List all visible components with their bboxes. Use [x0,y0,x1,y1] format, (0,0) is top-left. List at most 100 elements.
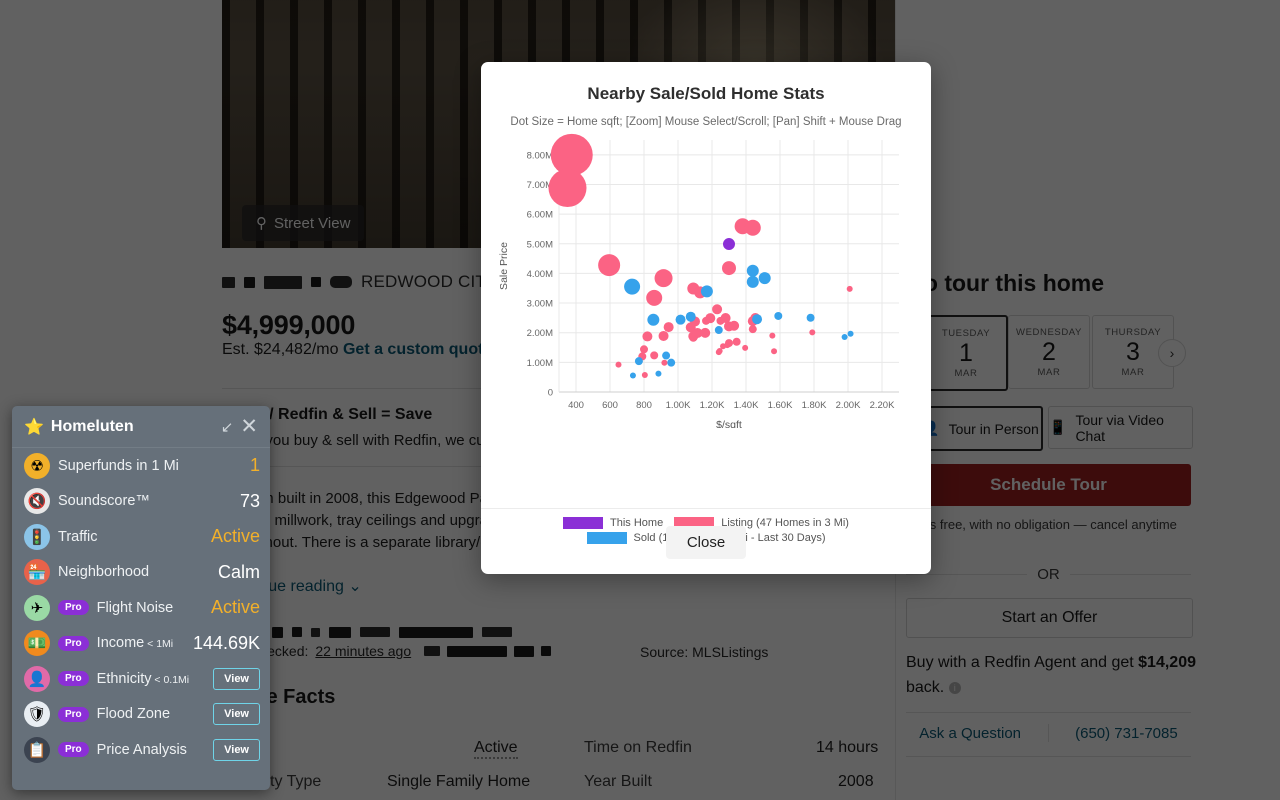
data-point-listing[interactable] [748,325,757,334]
homeluten-row-superfunds-in-1-mi[interactable]: ☢ Superfunds in 1 Mi 1 [12,448,270,484]
homeluten-row-price-analysis[interactable]: 📋 Pro Price Analysis View [12,732,270,768]
data-point-listing[interactable] [846,285,853,292]
data-point-sold[interactable] [675,314,686,325]
homeluten-row-label: Ethnicity < 0.1Mi [96,670,190,687]
scatter-chart[interactable]: 0 1.00M 2.00M 3.00M 4.00M 5.00M 6.00M 7.00M 8.00… [481,128,931,428]
homeluten-row-value: Calm [217,561,260,582]
data-point-listing[interactable] [640,345,648,354]
data-point-listing[interactable] [642,331,653,342]
data-point-sold[interactable] [662,351,671,360]
homeluten-row-traffic[interactable]: 🚦 Traffic Active [12,519,270,555]
modal-footer: Close [481,508,931,574]
data-point-sold[interactable] [841,334,848,341]
data-point-listing[interactable] [646,289,663,306]
y-tick-label: 6.00M [527,210,553,221]
homeluten-row-label: Income < 1Mi [96,635,174,652]
data-point-listing[interactable] [661,359,668,366]
modal-subtitle: Dot Size = Home sqft; [Zoom] Mouse Selec… [510,116,902,128]
data-point-sold[interactable] [746,264,759,277]
data-point-sold[interactable] [806,313,815,322]
x-tick-label: 800 [636,400,652,411]
data-point-sold[interactable] [752,314,763,325]
data-point-listing[interactable] [598,254,621,277]
data-point-sold[interactable] [655,370,662,377]
traffic-icon: 🚦 [24,523,50,550]
homeluten-title: Homeluten [50,417,134,435]
data-point-listing[interactable] [771,348,778,355]
data-point-sold[interactable] [746,275,759,288]
homeluten-row-flood-zone[interactable]: 🛡 Pro Flood Zone View [12,697,270,733]
scatter-chart-svg[interactable]: 01.00M2.00M3.00M4.00M5.00M6.00M7.00M8.00… [481,128,931,428]
pro-badge: Pro [58,671,89,687]
collapse-icon[interactable]: ↙ [221,418,234,436]
homeluten-row-value: Active [210,526,260,547]
data-point-listing[interactable] [702,316,711,325]
homeluten-row-label: Superfunds in 1 Mi [58,457,179,474]
data-point-listing[interactable] [769,332,776,339]
close-icon[interactable]: ✕ [240,416,258,437]
data-point-listing[interactable] [809,329,816,336]
data-point-sold[interactable] [667,358,676,367]
view-button[interactable]: View [213,738,260,761]
x-tick-label: 1.00K [666,400,691,411]
homeluten-rows: ☢ Superfunds in 1 Mi 1 🔇 Soundscore™ 73 🚦 Traff… [12,448,270,768]
data-point-listing[interactable] [744,219,761,236]
data-point-listing[interactable] [658,330,669,341]
data-point-sold[interactable] [647,313,660,326]
nearby-stats-modal: Nearby Sale/Sold Home Stats Dot Size = H… [481,62,931,574]
data-point-sold[interactable] [758,272,771,285]
data-point-listing[interactable] [663,322,674,333]
data-point-sold[interactable] [624,278,641,295]
data-point-listing[interactable] [654,269,673,288]
data-point-listing[interactable] [712,304,723,315]
flight-noise-icon: ✈ [24,594,50,621]
y-tick-label: 5.00M [527,239,553,250]
homeluten-row-flight-noise[interactable]: ✈ Pro Flight Noise Active [12,590,270,626]
soundscore-icon: 🔇 [24,488,50,515]
y-tick-label: 4.00M [527,269,553,280]
data-point-listing[interactable] [641,371,648,378]
homeluten-row-ethnicity[interactable]: 👤 Pro Ethnicity < 0.1Mi View [12,661,270,697]
data-point-listing[interactable] [548,169,587,208]
data-point-listing[interactable] [724,342,731,349]
homeluten-row-sublabel: < 0.1Mi [151,673,190,686]
data-point-listing[interactable] [700,327,711,338]
x-tick-label: 400 [568,400,584,411]
view-button[interactable]: View [213,667,260,690]
data-point-listing[interactable] [742,344,749,351]
x-tick-label: 2.00K [836,400,861,411]
homeluten-row-value: 1 [249,455,260,476]
x-tick-label: 1.60K [768,400,793,411]
superfunds-in-1-mi-icon: ☢ [24,452,50,479]
data-point-sold[interactable] [700,285,713,298]
close-button[interactable]: Close [665,525,747,559]
x-tick-label: 1.80K [802,400,827,411]
data-point-listing[interactable] [722,261,736,276]
y-axis-label: Sale Price [498,242,510,290]
view-button[interactable]: View [213,703,260,726]
data-point-sold[interactable] [774,311,783,320]
pro-badge: Pro [58,742,89,758]
flood-zone-icon: 🛡 [24,701,50,728]
x-tick-label: 1.40K [734,400,759,411]
homeluten-row-sublabel: < 1Mi [144,638,174,651]
data-point-listing[interactable] [729,320,740,331]
data-point-listing[interactable] [692,328,701,337]
homeluten-row-label: Flood Zone [96,706,171,723]
data-point-listing[interactable] [716,316,725,325]
data-point-listing[interactable] [732,337,741,346]
data-point-listing[interactable] [650,351,659,360]
data-point-sold[interactable] [714,326,723,335]
homeluten-row-soundscore[interactable]: 🔇 Soundscore™ 73 [12,484,270,520]
homeluten-row-neighborhood[interactable]: 🏪 Neighborhood Calm [12,555,270,591]
data-point-sold[interactable] [629,372,636,379]
data-point-sold[interactable] [847,330,854,337]
homeluten-widget: ⭐ Homeluten ↙ ✕ ☢ Superfunds in 1 Mi 1 🔇 Sou… [12,406,270,790]
data-point-this-home[interactable] [723,238,735,251]
data-point-sold[interactable] [634,357,643,366]
y-tick-label: 3.00M [527,299,553,310]
data-point-sold[interactable] [685,311,696,322]
homeluten-row-income[interactable]: 💵 Pro Income < 1Mi 144.69K [12,626,270,662]
data-point-listing[interactable] [615,361,622,368]
x-axis-label: $/sqft [716,419,742,428]
